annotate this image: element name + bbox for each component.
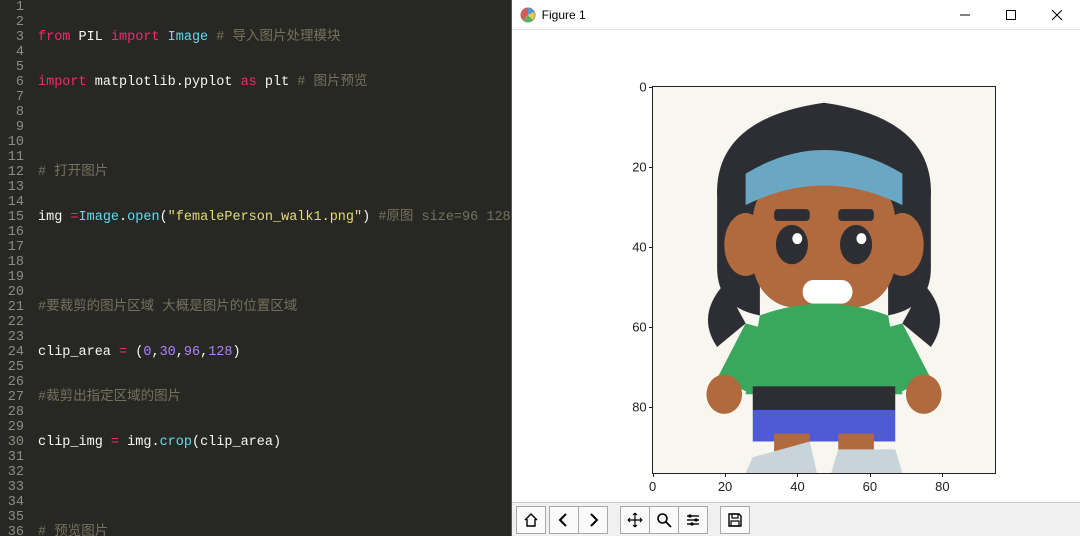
line-number: 19 <box>0 270 24 285</box>
toolbar-home-button[interactable] <box>516 506 546 534</box>
toolbar-back-button[interactable] <box>549 506 579 534</box>
kw-as: as <box>241 75 257 90</box>
kw-from: from <box>38 30 70 45</box>
line-number: 11 <box>0 150 24 165</box>
window-maximize-button[interactable] <box>988 0 1034 29</box>
class-image: Image <box>79 210 120 225</box>
line-number: 5 <box>0 60 24 75</box>
var-clip-area: clip_area <box>38 345 111 360</box>
line-number: 36 <box>0 525 24 536</box>
module-pyplot: pyplot <box>184 75 233 90</box>
line-number: 29 <box>0 420 24 435</box>
x-tick-label: 40 <box>790 479 804 494</box>
code-editor[interactable]: 1234567891011121314151617181920212223242… <box>0 0 511 536</box>
num-128: 128 <box>208 345 232 360</box>
line-number: 9 <box>0 120 24 135</box>
string-filename: "femalePerson_walk1.png" <box>168 210 362 225</box>
line-number: 18 <box>0 255 24 270</box>
line-number: 30 <box>0 435 24 450</box>
line-number: 14 <box>0 195 24 210</box>
class-image: Image <box>168 30 209 45</box>
line-number: 20 <box>0 285 24 300</box>
x-tick-label: 80 <box>935 479 949 494</box>
kw-import: import <box>38 75 87 90</box>
num-96: 96 <box>184 345 200 360</box>
y-tick-label: 0 <box>639 80 646 95</box>
line-number: 24 <box>0 345 24 360</box>
var-img: img <box>38 210 62 225</box>
comment: #要裁剪的图片区域 大概是图片的位置区域 <box>38 300 297 315</box>
line-number: 8 <box>0 105 24 120</box>
y-tick-label: 40 <box>632 240 646 255</box>
line-number-gutter: 1234567891011121314151617181920212223242… <box>0 0 30 536</box>
line-number: 4 <box>0 45 24 60</box>
y-tick-label: 60 <box>632 320 646 335</box>
window-titlebar[interactable]: Figure 1 <box>512 0 1080 30</box>
line-number: 27 <box>0 390 24 405</box>
figure-window: Figure 1 <box>511 0 1080 536</box>
comment: # 打开图片 <box>38 165 108 180</box>
toolbar-configure-button[interactable] <box>678 506 708 534</box>
comment: # 预览图片 <box>38 525 108 536</box>
toolbar-zoom-button[interactable] <box>649 506 679 534</box>
line-number: 35 <box>0 510 24 525</box>
line-number: 15 <box>0 210 24 225</box>
x-tick-label: 0 <box>649 479 656 494</box>
module-pil: PIL <box>79 30 103 45</box>
toolbar-forward-button[interactable] <box>578 506 608 534</box>
line-number: 28 <box>0 405 24 420</box>
x-tick-label: 60 <box>863 479 877 494</box>
method-open: open <box>127 210 159 225</box>
line-number: 1 <box>0 0 24 15</box>
comment: #原图 size=96 128 <box>378 210 510 225</box>
toolbar-pan-button[interactable] <box>620 506 650 534</box>
line-number: 17 <box>0 240 24 255</box>
line-number: 31 <box>0 450 24 465</box>
module-matplotlib: matplotlib <box>95 75 176 90</box>
kw-import: import <box>111 30 160 45</box>
num-30: 30 <box>160 345 176 360</box>
line-number: 3 <box>0 30 24 45</box>
alias-plt: plt <box>265 75 289 90</box>
line-number: 21 <box>0 300 24 315</box>
window-minimize-button[interactable] <box>942 0 988 29</box>
line-number: 13 <box>0 180 24 195</box>
comment: # 导入图片处理模块 <box>216 30 340 45</box>
line-number: 6 <box>0 75 24 90</box>
line-number: 33 <box>0 480 24 495</box>
comment: # 图片预览 <box>297 75 367 90</box>
var-clip-img: clip_img <box>38 435 103 450</box>
toolbar-save-button[interactable] <box>720 506 750 534</box>
line-number: 2 <box>0 15 24 30</box>
line-number: 16 <box>0 225 24 240</box>
line-number: 23 <box>0 330 24 345</box>
line-number: 10 <box>0 135 24 150</box>
line-number: 25 <box>0 360 24 375</box>
op-eq: = <box>70 210 78 225</box>
window-title: Figure 1 <box>542 8 942 22</box>
line-number: 12 <box>0 165 24 180</box>
method-crop: crop <box>160 435 192 450</box>
y-tick-label: 20 <box>632 160 646 175</box>
line-number: 34 <box>0 495 24 510</box>
matplotlib-toolbar <box>512 502 1080 536</box>
line-number: 26 <box>0 375 24 390</box>
plot-image-sprite <box>653 87 995 473</box>
matplotlib-icon <box>520 7 536 23</box>
plot-axes: 020406080020406080 <box>652 86 996 474</box>
line-number: 32 <box>0 465 24 480</box>
x-tick-label: 20 <box>718 479 732 494</box>
line-number: 22 <box>0 315 24 330</box>
code-area[interactable]: from PIL import Image # 导入图片处理模块 import … <box>30 0 511 536</box>
plot-canvas[interactable]: 0 20 40 60 80 0 20 40 60 80 <box>512 30 1080 502</box>
comment: #裁剪出指定区域的图片 <box>38 390 181 405</box>
line-number: 7 <box>0 90 24 105</box>
window-close-button[interactable] <box>1034 0 1080 29</box>
y-tick-label: 80 <box>632 400 646 415</box>
